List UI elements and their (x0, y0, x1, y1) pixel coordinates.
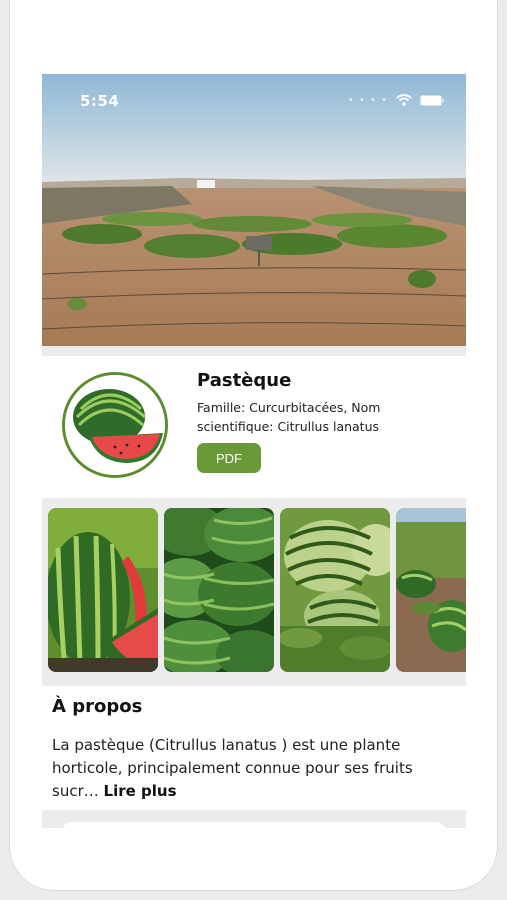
gallery-image-4[interactable] (396, 508, 466, 672)
about-description: La pastèque (Citrullus lanatus ) est une… (52, 734, 460, 803)
plant-avatar (62, 372, 168, 478)
battery-icon (420, 95, 444, 106)
wifi-icon (396, 94, 412, 106)
next-card-edge (62, 822, 446, 828)
about-section: À propos La pastèque (Citrullus lanatus … (42, 686, 466, 810)
plant-detail-screen: 5:54 • • • • Pastèque Famille: Curcurbit… (42, 74, 466, 828)
signal-icon: • • • • (347, 94, 388, 106)
plant-family-info: Famille: Curcurbitacées, Nom scientifiqu… (197, 400, 381, 434)
gallery-image-2[interactable] (164, 508, 274, 672)
plant-info-card: Pastèque Famille: Curcurbitacées, Nom sc… (42, 356, 466, 498)
plant-name: Pastèque (197, 370, 292, 391)
section-divider (42, 346, 466, 356)
status-icons: • • • • (348, 94, 444, 106)
image-gallery[interactable] (42, 498, 466, 686)
read-more-link[interactable]: Lire plus (104, 782, 177, 800)
gallery-image-3[interactable] (280, 508, 390, 672)
status-time: 5:54 (80, 92, 120, 110)
about-title: À propos (52, 696, 143, 717)
pdf-button[interactable]: PDF (197, 443, 261, 473)
gallery-image-1[interactable] (48, 508, 158, 672)
hero-image: 5:54 • • • • (42, 74, 466, 346)
